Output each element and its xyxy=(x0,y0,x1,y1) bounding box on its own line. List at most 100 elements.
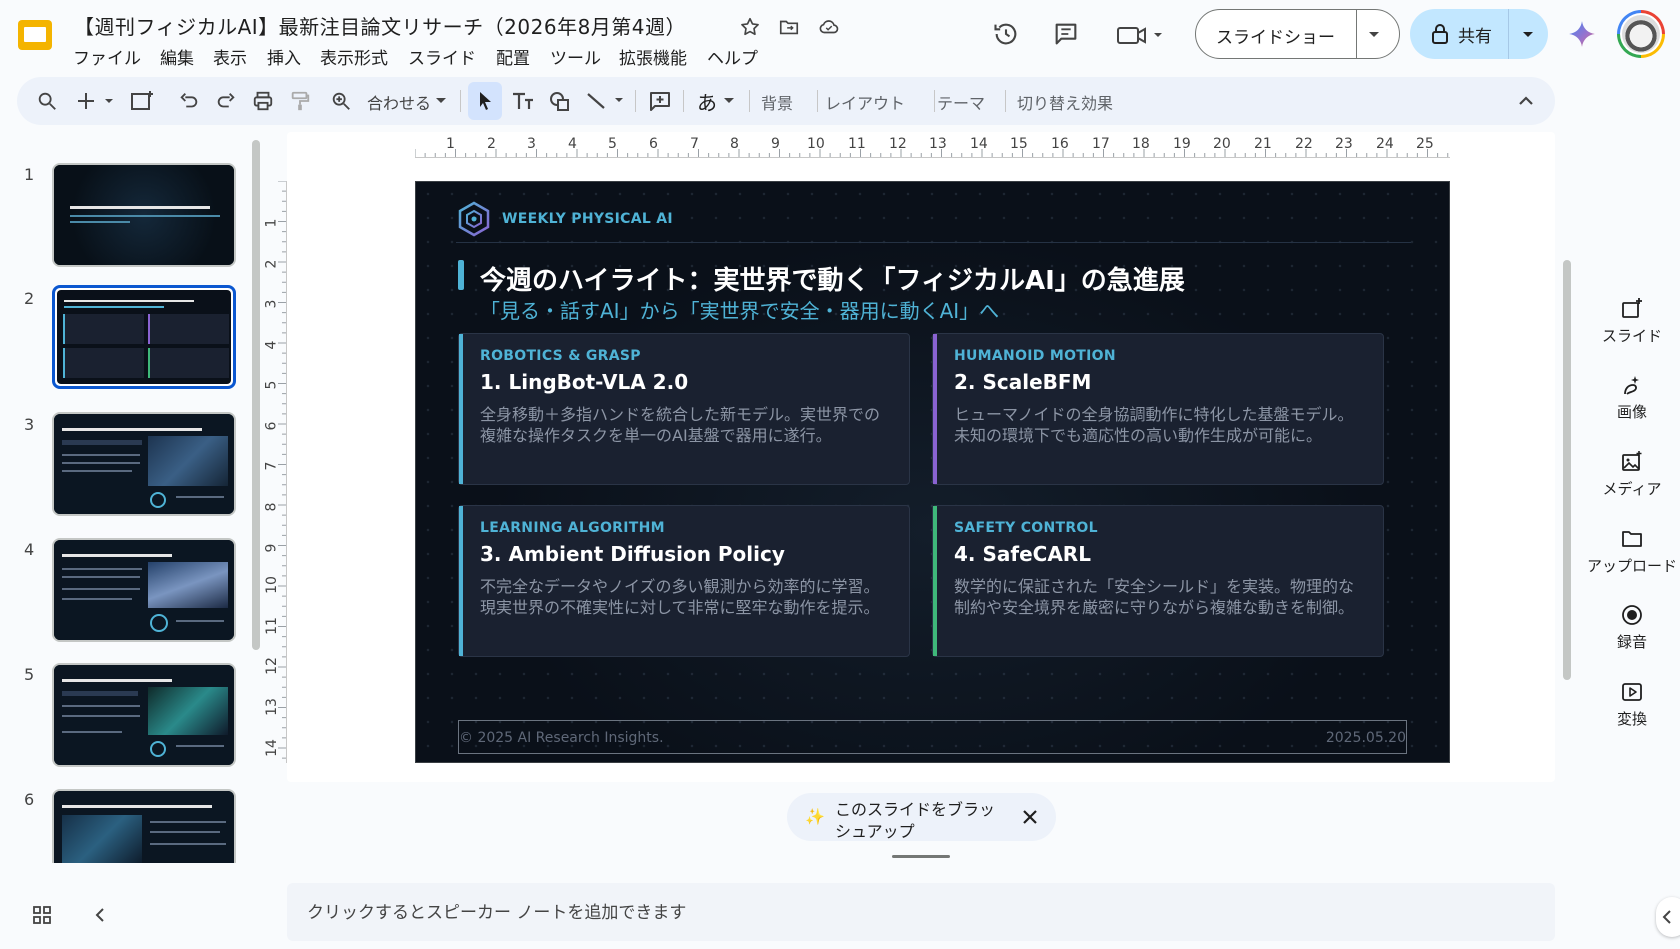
card-safecarl[interactable]: SAFETY CONTROL 4. SafeCARL 数学的に保証された「安全シ… xyxy=(932,505,1384,657)
document-title[interactable]: 【週刊フィジカルAI】最新注目論文リサーチ（2026年8月第4週） xyxy=(74,11,686,40)
paint-format-icon[interactable] xyxy=(288,89,312,113)
menu-slide[interactable]: スライド xyxy=(408,44,476,69)
slide-thumbnail[interactable] xyxy=(52,163,236,267)
gemini-sparkle-icon[interactable] xyxy=(1566,18,1598,50)
collapse-toolbar-icon[interactable] xyxy=(1513,89,1539,113)
ruler-label: 3 xyxy=(263,299,280,309)
side-image-button[interactable]: 画像 xyxy=(1582,373,1680,422)
grid-view-icon[interactable] xyxy=(30,903,54,927)
shape-icon[interactable] xyxy=(547,89,573,113)
share-label: 共有 xyxy=(1458,27,1492,47)
close-icon[interactable] xyxy=(1019,806,1041,828)
layout-button[interactable]: レイアウト xyxy=(825,90,905,114)
ruler-label: 22 xyxy=(1295,136,1313,152)
footer-copyright: © 2025 AI Research Insights. xyxy=(459,730,664,746)
ruler-label: 20 xyxy=(1213,136,1231,152)
share-button[interactable]: 共有 xyxy=(1410,9,1548,59)
menu-arrange[interactable]: 配置 xyxy=(496,44,530,69)
slide-thumbnail[interactable] xyxy=(52,412,236,516)
side-record-button[interactable]: 録音 xyxy=(1582,603,1680,652)
card-scalebfm[interactable]: HUMANOID MOTION 2. ScaleBFM ヒューマノイドの全身協調… xyxy=(932,333,1384,485)
ruler-label: 2 xyxy=(263,259,280,269)
slides-logo-icon[interactable] xyxy=(16,18,54,52)
header-divider xyxy=(456,242,1411,243)
brand-logo-icon xyxy=(456,201,492,237)
canvas-scrollbar[interactable] xyxy=(1563,260,1571,680)
background-button[interactable]: 背景 xyxy=(761,90,793,114)
user-avatar[interactable] xyxy=(1617,10,1665,58)
zoom-icon[interactable] xyxy=(329,89,353,113)
meet-video-icon[interactable] xyxy=(1114,20,1166,50)
slide-canvas[interactable]: WEEKLY PHYSICAL AI 今週のハイライト：実世界で動く「フィジカル… xyxy=(415,181,1450,763)
new-slide-icon[interactable] xyxy=(77,89,117,113)
slideshow-button[interactable]: スライドショー xyxy=(1195,9,1400,59)
footer-date: 2025.05.20 xyxy=(1325,730,1406,746)
menu-edit[interactable]: 編集 xyxy=(160,44,194,69)
print-icon[interactable] xyxy=(251,89,275,113)
slide-thumbnail[interactable] xyxy=(52,663,236,767)
ruler-label: 11 xyxy=(263,617,280,635)
side-convert-button[interactable]: 変換 xyxy=(1582,680,1680,729)
slide-number: 1 xyxy=(24,165,35,184)
line-tool-icon[interactable] xyxy=(585,89,627,113)
slides-app: 【週刊フィジカルAI】最新注目論文リサーチ（2026年8月第4週） ファイル 編… xyxy=(0,0,1680,949)
side-upload-button[interactable]: アップロード xyxy=(1582,527,1680,576)
text-box-icon[interactable] xyxy=(510,89,536,113)
transition-button[interactable]: 切り替え効果 xyxy=(1017,90,1113,114)
card-lingbot[interactable]: ROBOTICS & GRASP 1. LingBot-VLA 2.0 全身移動… xyxy=(458,333,910,485)
menu-file[interactable]: ファイル xyxy=(73,44,141,69)
menu-insert[interactable]: 挿入 xyxy=(267,44,301,69)
slide-number: 6 xyxy=(24,790,35,809)
slide-thumbnail[interactable] xyxy=(52,538,236,642)
thumbnails-scrollbar[interactable] xyxy=(252,140,260,650)
select-tool-icon[interactable] xyxy=(468,82,502,120)
ruler-label: 18 xyxy=(1132,136,1150,152)
ruler-label: 25 xyxy=(1416,136,1434,152)
add-comment-icon[interactable] xyxy=(647,89,673,113)
slideshow-dropdown-icon[interactable] xyxy=(1366,28,1382,40)
side-media-button[interactable]: メディア xyxy=(1582,450,1680,499)
menu-extensions[interactable]: 拡張機能 xyxy=(619,44,687,69)
ruler-label: 14 xyxy=(263,739,280,757)
move-folder-icon[interactable] xyxy=(776,14,802,40)
zoom-select[interactable]: 合わせる xyxy=(367,90,431,114)
menu-tools[interactable]: ツール xyxy=(550,44,601,69)
ruler-label: 5 xyxy=(608,136,617,152)
menu-view[interactable]: 表示 xyxy=(213,44,247,69)
vertical-ruler-labels: 1 2 3 4 5 6 7 8 9 10 11 12 13 14 xyxy=(263,181,285,763)
brushup-chip[interactable]: ✨ このスライドをブラッ シュアップ xyxy=(787,793,1056,841)
ruler-label: 1 xyxy=(263,218,280,228)
version-history-icon[interactable] xyxy=(990,18,1022,50)
layout-add-icon[interactable] xyxy=(129,89,155,113)
input-tools-icon[interactable]: あ xyxy=(693,87,739,115)
brand-name: WEEKLY PHYSICAL AI xyxy=(502,211,673,227)
zoom-dropdown-icon[interactable] xyxy=(435,97,447,105)
speaker-notes[interactable]: クリックするとスピーカー ノートを追加できます xyxy=(287,883,1555,941)
search-menus-icon[interactable] xyxy=(35,89,59,113)
ruler-label: 15 xyxy=(1010,136,1028,152)
share-dropdown-icon[interactable] xyxy=(1520,28,1536,40)
side-add-slide-button[interactable]: スライド xyxy=(1582,297,1680,346)
side-panel-toggle[interactable] xyxy=(1656,897,1680,937)
add-slide-icon xyxy=(1622,298,1642,318)
notes-resize-handle[interactable] xyxy=(892,855,950,858)
comments-icon[interactable] xyxy=(1050,18,1082,50)
redo-icon[interactable] xyxy=(214,89,238,113)
star-icon[interactable] xyxy=(737,14,763,40)
ruler-label: 7 xyxy=(263,461,280,471)
slide-subtitle[interactable]: 「見る・話すAI」から「実世界で安全・器用に動くAI」へ xyxy=(480,295,999,324)
collapse-panel-icon[interactable] xyxy=(88,903,112,927)
ruler-label: 9 xyxy=(263,543,280,553)
ruler-label: 12 xyxy=(263,657,280,675)
footer-box[interactable]: © 2025 AI Research Insights. 2025.05.20 xyxy=(458,720,1407,754)
menu-help[interactable]: ヘルプ xyxy=(707,44,758,69)
card-ambient-diffusion[interactable]: LEARNING ALGORITHM 3. Ambient Diffusion … xyxy=(458,505,910,657)
cloud-saved-icon[interactable] xyxy=(815,14,843,40)
theme-button[interactable]: テーマ xyxy=(937,90,985,114)
slide-thumbnail-selected[interactable] xyxy=(52,285,236,389)
card-title: 4. SafeCARL xyxy=(954,542,1091,566)
slide-title[interactable]: 今週のハイライト：実世界で動く「フィジカルAI」の急進展 xyxy=(480,260,1185,297)
slide-thumbnail[interactable] xyxy=(52,789,236,863)
undo-icon[interactable] xyxy=(177,89,201,113)
menu-format[interactable]: 表示形式 xyxy=(320,44,388,69)
